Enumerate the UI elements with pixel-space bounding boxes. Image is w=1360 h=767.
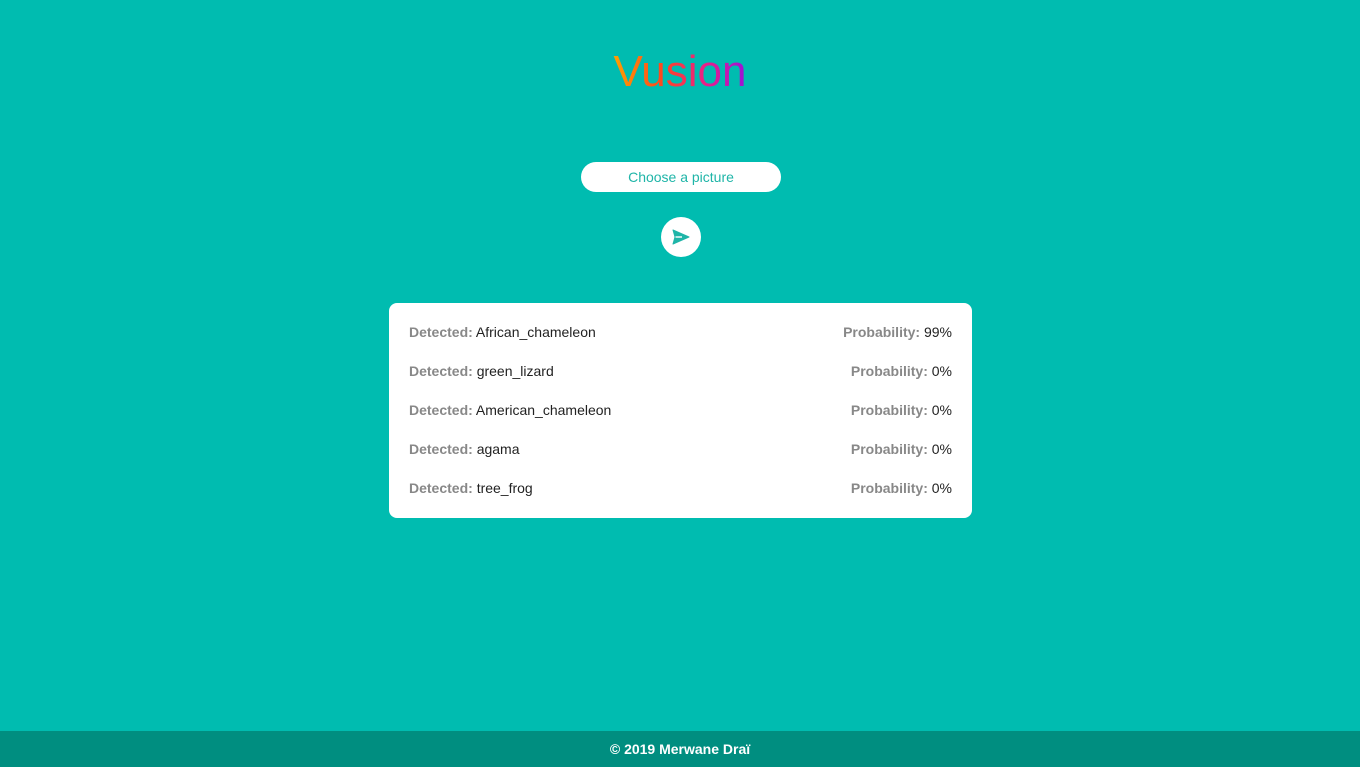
result-row: Detected: tree_frog Probability: 0% [409,478,952,517]
choose-picture-button[interactable]: Choose a picture [581,162,781,192]
result-probability: Probability: 0% [851,439,952,478]
result-row: Detected: African_chameleon Probability:… [409,322,952,361]
result-row: Detected: agama Probability: 0% [409,439,952,478]
probability-label: Probability: [850,402,928,418]
probability-value: 99% [923,324,952,340]
detected-value: green_lizard [476,363,554,379]
detected-value: agama [476,441,520,457]
results-card: Detected: African_chameleon Probability:… [389,303,972,518]
detected-label: Detected: [409,441,473,457]
probability-value: 0% [931,441,952,457]
probability-label: Probability: [850,363,928,379]
detected-label: Detected: [409,363,473,379]
send-icon [672,229,690,245]
detected-value: tree_frog [476,480,533,496]
result-detected: Detected: American_chameleon [409,400,611,439]
result-row: Detected: green_lizard Probability: 0% [409,361,952,400]
detected-label: Detected: [409,480,473,496]
result-detected: Detected: agama [409,439,520,478]
result-probability: Probability: 99% [843,322,952,361]
detected-value: African_chameleon [475,324,596,340]
probability-value: 0% [931,363,952,379]
copyright-text: © 2019 Merwane Draï [609,741,751,757]
result-probability: Probability: 0% [851,361,952,400]
result-probability: Probability: 0% [851,478,952,517]
footer: © 2019 Merwane Draï [0,731,1360,767]
logo-text: Vusion [614,47,747,96]
result-row: Detected: American_chameleon Probability… [409,400,952,439]
logo-wordmark: Vusion [614,47,747,96]
send-button[interactable] [661,217,701,257]
result-detected: Detected: green_lizard [409,361,554,400]
logo: Vusion [0,46,1360,101]
result-probability: Probability: 0% [851,400,952,439]
result-detected: Detected: tree_frog [409,478,533,517]
probability-label: Probability: [850,480,928,496]
detected-label: Detected: [409,324,473,340]
detected-label: Detected: [409,402,473,418]
detected-value: American_chameleon [475,402,612,418]
probability-label: Probability: [850,441,928,457]
probability-value: 0% [931,480,952,496]
result-detected: Detected: African_chameleon [409,322,596,361]
probability-value: 0% [931,402,952,418]
probability-label: Probability: [843,324,921,340]
